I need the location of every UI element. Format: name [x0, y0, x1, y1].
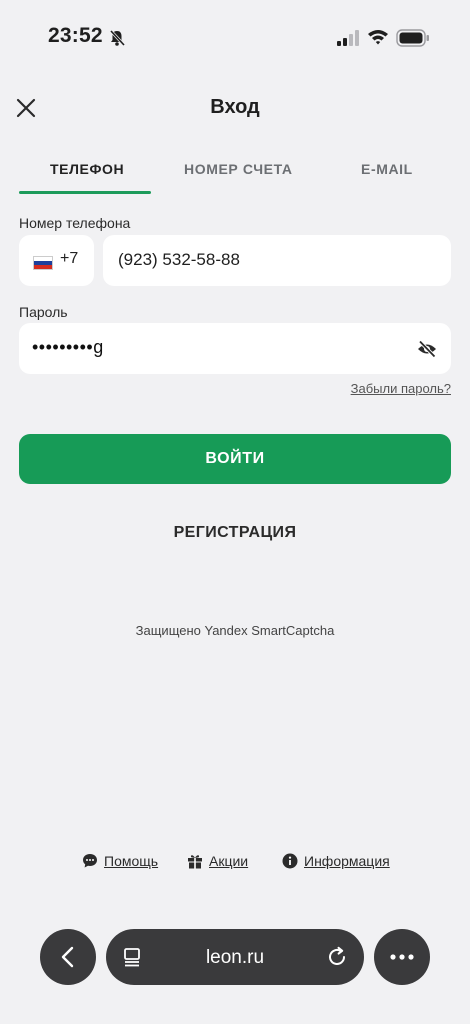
register-button[interactable]: РЕГИСТРАЦИЯ — [0, 524, 470, 542]
footer-promo-label: Акции — [209, 853, 249, 869]
footer-info-label: Информация — [304, 853, 390, 869]
tab-email[interactable]: E-MAIL — [361, 161, 413, 177]
captcha-notice: Защищено Yandex SmartCaptcha — [135, 623, 335, 638]
more-options-button[interactable] — [374, 929, 430, 985]
bell-muted-icon — [109, 29, 126, 47]
status-time: 23:52 — [48, 24, 103, 47]
info-icon — [282, 853, 298, 869]
country-code: +7 — [60, 250, 79, 267]
battery-icon — [396, 29, 429, 47]
russia-flag-icon — [33, 256, 53, 270]
footer-help-label: Помощь — [104, 853, 159, 869]
phone-input[interactable]: (923) 532-58-88 — [103, 235, 451, 286]
gift-icon — [188, 855, 202, 869]
tab-account-number[interactable]: НОМЕР СЧЕТА — [184, 161, 293, 177]
footer-help-link[interactable]: Помощь — [82, 853, 158, 869]
phone-value: (923) 532-58-88 — [118, 250, 240, 269]
footer-promo-link[interactable]: Акции — [187, 853, 248, 869]
phone-label: Номер телефона — [19, 215, 131, 231]
chat-icon — [83, 854, 97, 868]
tab-phone[interactable]: ТЕЛЕФОН — [50, 161, 124, 177]
browser-back-button[interactable] — [40, 929, 96, 985]
password-value: •••••••••g — [32, 337, 104, 357]
eye-off-icon[interactable] — [417, 340, 437, 358]
password-input[interactable]: •••••••••g — [19, 323, 451, 374]
reload-icon[interactable] — [326, 946, 348, 968]
footer-info-link[interactable]: Информация — [282, 853, 390, 869]
chevron-left-icon — [61, 946, 74, 968]
cellular-signal-icon — [337, 30, 359, 46]
address-bar[interactable]: leon.ru — [106, 929, 364, 985]
wifi-icon — [368, 30, 388, 45]
active-tab-indicator — [19, 191, 151, 194]
password-label: Пароль — [19, 304, 68, 320]
more-dots-icon — [390, 954, 414, 960]
country-code-selector[interactable]: +7 — [19, 235, 94, 286]
page-title: Вход — [210, 96, 260, 118]
login-button[interactable]: ВОЙТИ — [19, 434, 451, 484]
forgot-password-link[interactable]: Забыли пароль? — [351, 381, 451, 396]
